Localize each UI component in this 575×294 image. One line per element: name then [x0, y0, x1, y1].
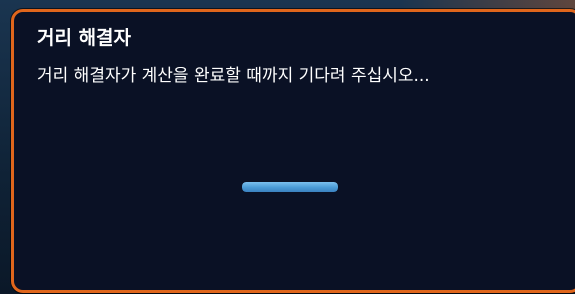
distance-solver-dialog: 거리 해결자 거리 해결자가 계산을 완료할 때까지 기다려 주십시오... [11, 9, 575, 293]
background-accent [400, 0, 575, 9]
dialog-title: 거리 해결자 [37, 27, 132, 49]
progress-bar-fill [242, 182, 338, 192]
progress-bar [242, 182, 338, 192]
dialog-message: 거리 해결자가 계산을 완료할 때까지 기다려 주십시오... [37, 66, 430, 86]
